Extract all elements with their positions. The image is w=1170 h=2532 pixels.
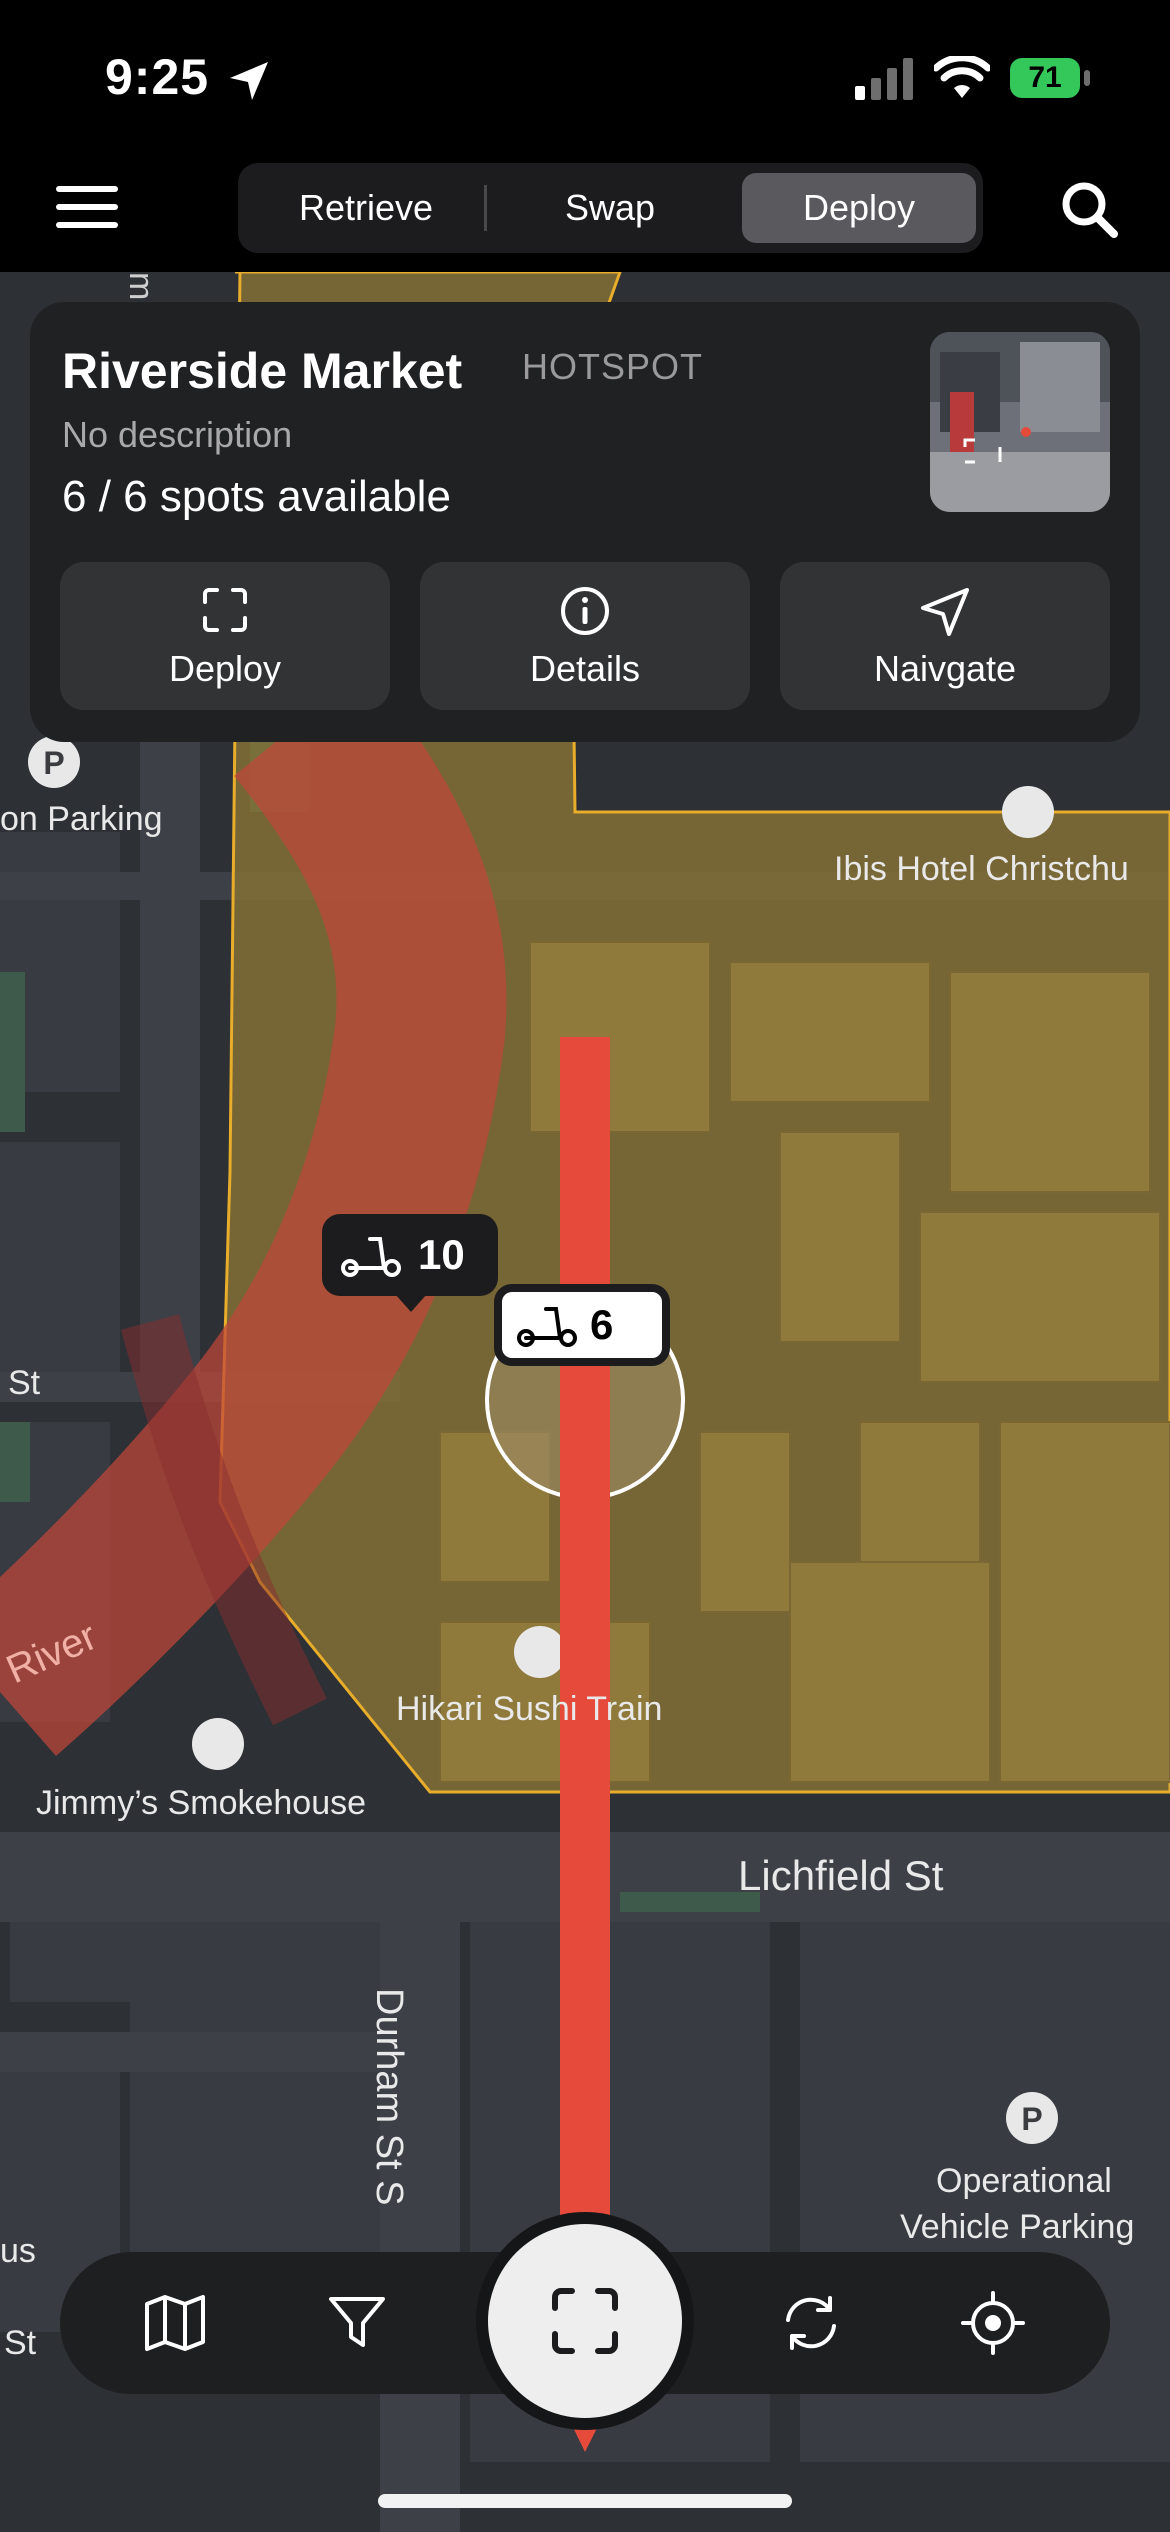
hotspot-description: No description (62, 414, 293, 455)
deploy-button-label: Deploy (168, 648, 282, 689)
pin-count: 10 (418, 1231, 465, 1278)
scan-icon (552, 2288, 618, 2354)
signal-icon (855, 58, 913, 100)
filter-icon (329, 2297, 385, 2347)
swap-button[interactable] (778, 2290, 844, 2356)
wifi-icon (934, 56, 990, 98)
map-label-st-bottom: St (4, 2324, 37, 2362)
map-label-lichfield: Lichfield St (738, 1852, 944, 1899)
map-label-durham: Durham St S (368, 1988, 410, 2206)
map-label-us: us (0, 2232, 36, 2270)
details-button-label: Details (529, 648, 641, 689)
map-label-operational: Operational (936, 2162, 1112, 2200)
navigate-arrow-icon (921, 588, 969, 636)
swap-icon (786, 2296, 836, 2350)
svg-text:P: P (1021, 2101, 1042, 2137)
tab-deploy[interactable]: Deploy (742, 173, 976, 243)
info-icon (561, 587, 609, 635)
spots-available: 6 / 6 spots available (62, 472, 451, 521)
mode-segmented-control: Retrieve Swap Deploy (238, 163, 983, 253)
scan-icon (203, 588, 247, 632)
pin-pointer (395, 1294, 427, 1312)
street-photo (930, 332, 1110, 512)
deploy-button[interactable]: Deploy (60, 562, 390, 710)
hotspot-thumbnail[interactable] (930, 332, 1110, 512)
map-label-vehicle-parking: Vehicle Parking (900, 2208, 1135, 2246)
location-arrow-icon (230, 62, 268, 100)
details-button[interactable]: Details (420, 562, 750, 710)
pin-count: 6 (590, 1301, 614, 1348)
map-icon (145, 2295, 205, 2351)
status-bar: 9:25 71 (0, 0, 1170, 150)
hotspot-title: Riverside Market (62, 343, 463, 399)
map-label-m: m (122, 272, 160, 301)
navigate-button-label: Naivgate (873, 648, 1017, 689)
home-indicator (378, 2494, 792, 2508)
search-icon[interactable] (1060, 180, 1120, 240)
locate-icon (961, 2291, 1025, 2355)
tab-swap[interactable]: Swap (492, 173, 728, 243)
map-label-jimmys: Jimmy’s Smokehouse (36, 1784, 367, 1822)
map-label-parking: on Parking (0, 800, 163, 838)
map-label-st-left: St (8, 1364, 41, 1402)
status-time: 9:25 (105, 49, 210, 105)
filter-button[interactable] (324, 2290, 390, 2356)
scooter-pin-6[interactable]: 6 (494, 1284, 670, 1366)
segment-divider (484, 185, 487, 231)
scooter-icon (341, 1237, 401, 1277)
battery-indicator: 71 (1010, 58, 1080, 98)
svg-text:P: P (43, 745, 64, 781)
menu-icon[interactable] (56, 184, 118, 230)
battery-cap (1084, 70, 1090, 86)
scan-button[interactable] (476, 2212, 694, 2430)
locate-button[interactable] (960, 2290, 1026, 2356)
map-label-hikari: Hikari Sushi Train (396, 1690, 663, 1728)
map-button[interactable] (142, 2290, 208, 2356)
map-label-ibis: Ibis Hotel Christchu (834, 850, 1129, 888)
navigate-button[interactable]: Naivgate (780, 562, 1110, 710)
hotspot-tag: HOTSPOT (522, 346, 704, 387)
hotspot-card[interactable]: Riverside Market HOTSPOT No description … (30, 302, 1140, 742)
tab-retrieve[interactable]: Retrieve (248, 173, 484, 243)
scooter-icon (517, 1307, 577, 1347)
scooter-pin-10[interactable]: 10 (322, 1214, 498, 1296)
